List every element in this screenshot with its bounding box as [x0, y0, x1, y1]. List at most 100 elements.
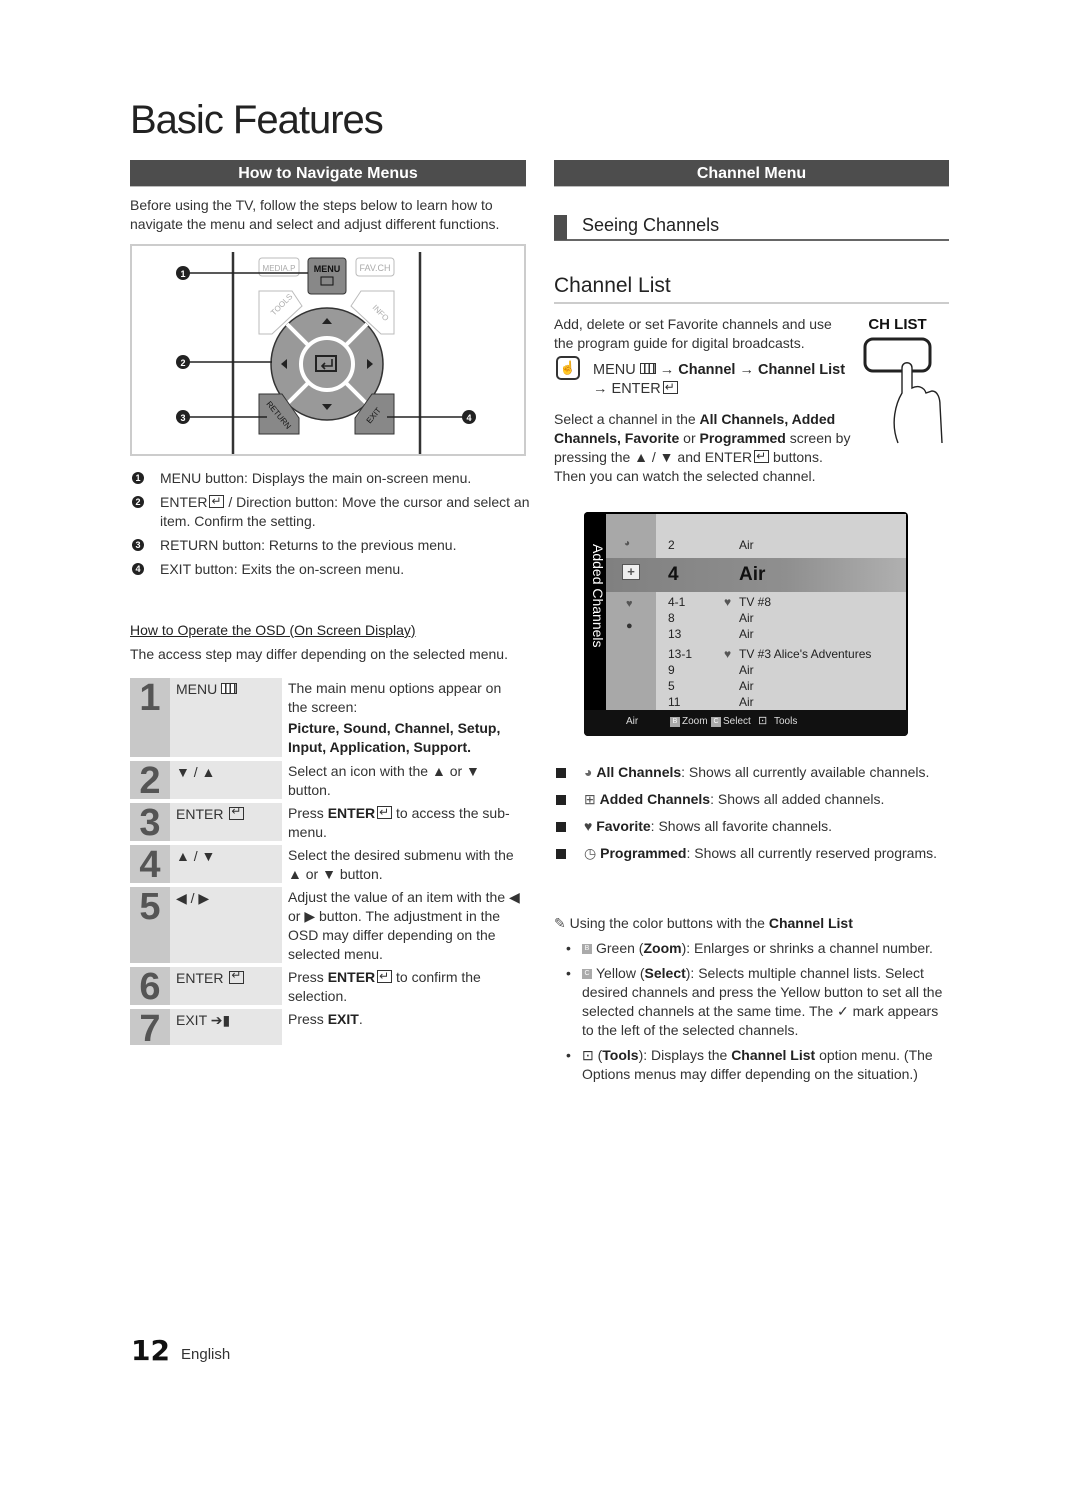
osd-heading: How to Operate the OSD (On Screen Displa… — [130, 622, 416, 638]
channel-name: TV #8 — [739, 595, 772, 609]
step-row: 1 MENU The main menu options appear on t… — [130, 678, 530, 757]
bullet-label: Programmed — [600, 845, 687, 861]
step-description: Press EXIT. — [282, 1009, 530, 1045]
c-button-icon: C — [711, 717, 721, 727]
note-items: B Green (Zoom): Enlarges or shrinks a cha… — [554, 939, 949, 1084]
path-enter: ENTER — [611, 381, 661, 397]
callout-desc: button: Exits the on-screen menu. — [190, 561, 405, 577]
enter-icon — [209, 492, 225, 511]
channel-name: TV #3 Alice's Adventures — [739, 647, 872, 661]
channel-list-osd: Added Channels ◕ + ♥ ● 2 Air 4 Air 4-1 ♥… — [584, 512, 908, 736]
subsection-seeing-channels: Seeing Channels — [554, 212, 949, 241]
step-description: Adjust the value of an item with the ◀ o… — [288, 889, 520, 962]
menu-path: MENU → Channel → Channel List → ENTER — [593, 361, 863, 399]
finger-press-icon — [863, 337, 943, 444]
enter-button — [299, 336, 355, 392]
section-header-navigate-menus: How to Navigate Menus — [130, 160, 526, 187]
callout-key: MENU — [160, 470, 202, 486]
step-number: 7 — [130, 1009, 170, 1049]
media-p-label: MEDIA.P — [263, 264, 296, 273]
fav-ch-label: FAV.CH — [359, 263, 390, 273]
bullet-item: ⊞ Added Channels: Shows all added channe… — [554, 790, 949, 809]
select-mid: or — [679, 430, 700, 446]
ch-list-label: CH LIST — [868, 316, 927, 333]
step-row: 2 ▼ / ▲ Select an icon with the ▲ or ▼ b… — [130, 761, 530, 801]
channel-number[interactable]: 8 — [668, 611, 675, 625]
bullet-item: ◕ All Channels: Shows all currently avai… — [554, 763, 949, 782]
favorite-icon[interactable]: ♥ — [626, 598, 633, 610]
osd-icon-column — [606, 514, 656, 710]
osd-source: Air — [626, 716, 639, 727]
bullet-desc: : Shows all currently reserved programs. — [686, 845, 938, 861]
favorite-icon: ♥ — [584, 818, 597, 834]
item-bold: Zoom — [643, 940, 682, 956]
favorite-icon: ♥ — [724, 647, 732, 661]
channel-name: Air — [739, 679, 754, 693]
callout-item-3: 3 RETURN button: Returns to the previous… — [130, 536, 530, 555]
step-row: 5 ◀ / ▶ Adjust the value of an item with… — [130, 887, 530, 963]
note-pre: Using the color buttons with the — [569, 915, 769, 931]
osd-select-label[interactable]: Select — [723, 716, 751, 727]
bullet-square — [556, 768, 566, 778]
step-description: Press ENTER to access the sub-menu. — [282, 803, 530, 841]
callout-number: 3 — [132, 539, 144, 551]
osd-zoom-label[interactable]: Zoom — [682, 716, 708, 727]
desc-key: EXIT — [327, 1011, 359, 1027]
remote-svg: MEDIA.P MENU FAV.CH TOOLS INFO RETURN EX… — [176, 252, 476, 454]
callout-key: RETURN — [160, 537, 219, 553]
step-key: ENTER — [170, 803, 282, 841]
bullet-text: ◷ Programmed: Shows all currently reserv… — [584, 844, 937, 863]
added-channels-icon[interactable]: + — [622, 564, 640, 580]
page-number: 12 — [131, 1334, 170, 1367]
programmed-icon[interactable]: ● — [626, 620, 633, 632]
channel-number[interactable]: 9 — [668, 663, 675, 677]
callout-item-2: 2 ENTER / Direction button: Move the cur… — [130, 492, 530, 531]
enter-icon — [377, 803, 393, 822]
path-arrow: → — [593, 381, 608, 397]
channel-row-selected[interactable]: 4 — [668, 564, 679, 586]
bullet-label: Favorite — [596, 818, 651, 834]
tools-icon: ⊡ — [758, 715, 768, 727]
path-menu: MENU — [593, 362, 636, 378]
ch-list-button-shape — [863, 337, 932, 373]
channel-number[interactable]: 4-1 — [668, 595, 685, 609]
bullet-desc: : Shows all currently available channels… — [681, 764, 930, 780]
channel-number[interactable]: 13-1 — [668, 647, 692, 661]
color-buttons-note: ✎ Using the color buttons with the Chann… — [554, 914, 949, 1090]
subsection-title: Seeing Channels — [582, 215, 720, 235]
channel-number[interactable]: 11 — [668, 695, 680, 709]
bullet-text: ◕ All Channels: Shows all currently avai… — [584, 763, 929, 782]
step-description: Select an icon with the ▲ or ▼ button. — [288, 763, 480, 798]
callout-key: ENTER — [160, 494, 208, 510]
callout-key: EXIT — [160, 561, 191, 577]
bullet-label: All Channels — [596, 764, 682, 780]
channel-name: Air — [739, 663, 754, 677]
channel-name: Air — [739, 695, 754, 709]
channel-row[interactable]: 2 — [668, 538, 675, 552]
channel-name: Air — [739, 627, 754, 641]
callout-descriptions: 1 MENU button: Displays the main on-scre… — [130, 469, 530, 584]
step-key: ▲ / ▼ — [170, 845, 282, 883]
callout-marker-1-label: 1 — [180, 269, 185, 279]
osd-tools-label[interactable]: Tools — [774, 716, 797, 727]
channel-number[interactable]: 5 — [668, 679, 675, 693]
item-post: ): Enlarges or shrinks a channel number. — [681, 940, 933, 956]
callout-item-4: 4 EXIT button: Exits the on-screen menu. — [130, 560, 530, 579]
note-item-green: B Green (Zoom): Enlarges or shrinks a cha… — [566, 939, 949, 958]
enter-icon — [229, 968, 245, 984]
menu-button-label: MENU — [314, 264, 341, 274]
step-key: ENTER — [170, 967, 282, 1005]
callout-marker-3-label: 3 — [180, 413, 185, 423]
path-channel-list: Channel List — [758, 362, 846, 378]
callout-desc: button: Returns to the previous menu. — [218, 537, 457, 553]
channel-number[interactable]: 13 — [668, 627, 681, 641]
subsection-marker — [554, 215, 567, 240]
callout-number: 1 — [132, 472, 144, 484]
step-key: ◀ / ▶ — [170, 887, 282, 963]
step-number: 1 — [130, 678, 170, 757]
note-pencil-icon: ✎ — [554, 915, 570, 931]
all-channels-icon: ◕ — [584, 764, 597, 780]
item-bold: Select — [644, 965, 686, 981]
step-row: 7 EXIT ➔▮ Press EXIT. — [130, 1009, 530, 1049]
step-key-label: ENTER — [176, 806, 224, 822]
